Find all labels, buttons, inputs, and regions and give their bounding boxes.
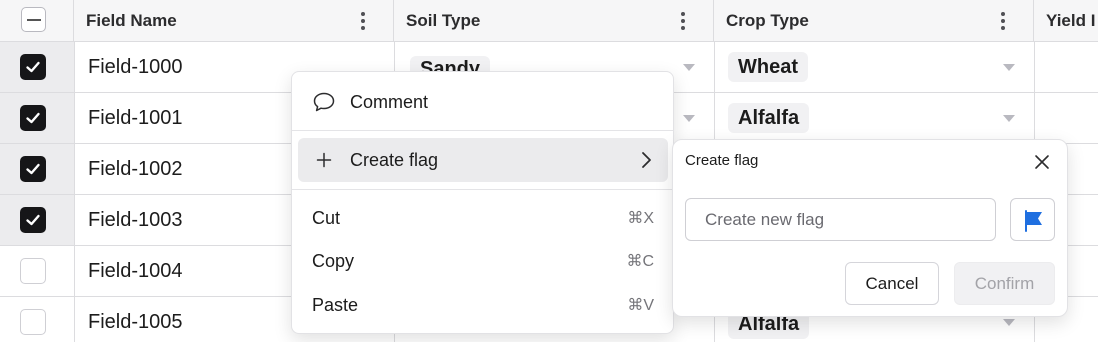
column-header-label: Soil Type (406, 11, 481, 30)
select-all-header (0, 0, 74, 42)
crop-type-chip[interactable]: Alfalfa (728, 103, 810, 133)
confirm-button[interactable]: Confirm (954, 262, 1055, 305)
cancel-button[interactable]: Cancel (845, 262, 939, 305)
flag-name-input[interactable] (685, 198, 996, 241)
menu-item-cut[interactable]: Cut ⌘X (298, 196, 668, 240)
chevron-down-icon[interactable] (683, 64, 695, 71)
field-name-cell[interactable]: Field-1003 (88, 195, 183, 245)
menu-item-label: Copy (312, 250, 355, 271)
chevron-down-icon[interactable] (683, 115, 695, 122)
comment-icon (313, 92, 335, 112)
shortcut-label: ⌘C (626, 253, 654, 270)
close-icon[interactable] (1033, 153, 1051, 171)
column-header-yield[interactable]: Yield I (1034, 0, 1098, 42)
menu-item-comment[interactable]: Comment (298, 80, 668, 124)
row-checkbox[interactable] (20, 309, 46, 335)
chevron-down-icon[interactable] (1003, 115, 1015, 122)
menu-item-paste[interactable]: Paste ⌘V (298, 283, 668, 327)
chevron-down-icon[interactable] (1003, 64, 1015, 71)
menu-item-label: Cut (312, 207, 341, 228)
shortcut-label: ⌘X (627, 210, 654, 227)
chevron-down-icon[interactable] (1003, 319, 1015, 326)
column-header-label: Yield I (1046, 11, 1096, 30)
plus-icon (316, 152, 332, 168)
column-menu-icon[interactable] (993, 10, 1013, 32)
row-checkbox[interactable] (20, 207, 46, 233)
field-name-cell[interactable]: Field-1002 (88, 144, 183, 194)
crop-type-chip[interactable]: Wheat (728, 52, 808, 82)
flag-icon (1025, 210, 1042, 232)
column-menu-icon[interactable] (353, 10, 373, 32)
menu-item-label: Create flag (350, 149, 439, 170)
flag-color-button[interactable] (1010, 198, 1055, 241)
row-checkbox[interactable] (20, 105, 46, 131)
menu-item-label: Comment (350, 91, 429, 112)
field-name-cell[interactable]: Field-1001 (88, 93, 183, 143)
column-header-crop-type[interactable]: Crop Type (714, 0, 1034, 42)
row-checkbox[interactable] (20, 156, 46, 182)
column-header-field-name[interactable]: Field Name (74, 0, 394, 42)
column-divider (74, 42, 75, 342)
context-menu: Comment Create flag Cut ⌘X Copy ⌘C Paste… (291, 71, 674, 334)
column-header-label: Field Name (86, 11, 177, 30)
popover-title: Create flag (685, 152, 759, 169)
menu-divider (292, 130, 673, 131)
menu-item-create-flag[interactable]: Create flag (298, 138, 668, 182)
menu-item-copy[interactable]: Copy ⌘C (298, 239, 668, 283)
row-checkbox[interactable] (20, 258, 46, 284)
column-header-label: Crop Type (726, 11, 809, 30)
field-name-cell[interactable]: Field-1005 (88, 297, 183, 342)
column-header-soil-type[interactable]: Soil Type (394, 0, 714, 42)
grid-header: Field Name Soil Type Crop Type Yield I (0, 0, 1098, 42)
menu-divider (292, 189, 673, 190)
field-name-cell[interactable]: Field-1000 (88, 42, 183, 92)
chevron-right-icon (642, 152, 651, 168)
select-all-checkbox[interactable] (21, 7, 46, 32)
column-menu-icon[interactable] (673, 10, 693, 32)
field-name-cell[interactable]: Field-1004 (88, 246, 183, 296)
create-flag-popover: Create flag Cancel Confirm (672, 139, 1068, 317)
menu-item-label: Paste (312, 294, 359, 315)
shortcut-label: ⌘V (627, 297, 654, 314)
row-checkbox[interactable] (20, 54, 46, 80)
